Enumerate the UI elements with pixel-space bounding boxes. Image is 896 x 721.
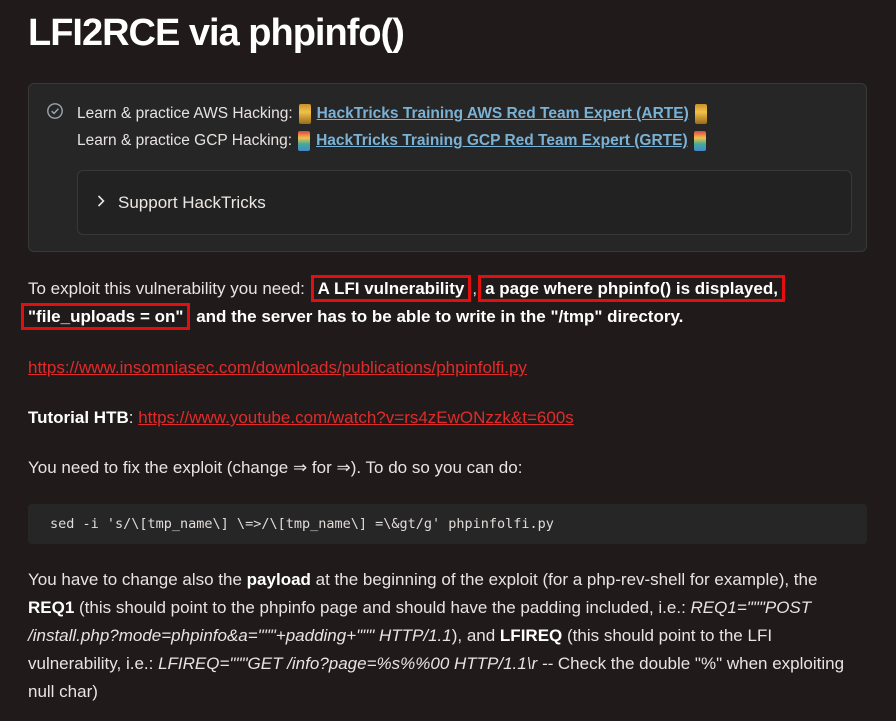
- payload-text-3: (this should point to the phpinfo page a…: [74, 598, 691, 617]
- support-hacktricks-label: Support HackTricks: [118, 193, 266, 212]
- check-circle-icon: [47, 103, 63, 119]
- hint-aws-prefix: Learn & practice AWS Hacking:: [77, 105, 293, 122]
- code-block[interactable]: sed -i 's/\[tmp_name\] \=>/\[tmp_name\] …: [28, 504, 867, 544]
- hint-box: Learn & practice AWS Hacking: HackTricks…: [28, 83, 867, 252]
- phpinfolfi-link[interactable]: https://www.insomniasec.com/downloads/pu…: [28, 358, 527, 377]
- payload-text-1: You have to change also the: [28, 570, 247, 589]
- hint-gcp-line: Learn & practice GCP Hacking: HackTricks…: [77, 131, 706, 151]
- lfireq-example: LFIREQ="""GET /info?page=%s%%00 HTTP/1.1…: [158, 654, 554, 673]
- arte-badge-icon: [694, 104, 707, 124]
- grte-link[interactable]: HackTricks Training GCP Red Team Expert …: [316, 132, 688, 150]
- req-sep: ,: [472, 279, 478, 298]
- req1-bold: REQ1: [28, 598, 75, 617]
- requirements-paragraph: To exploit this vulnerability you need: …: [21, 275, 868, 331]
- arte-link[interactable]: HackTricks Training AWS Red Team Expert …: [317, 105, 689, 123]
- tutorial-paragraph: Tutorial HTB: https://www.youtube.com/wa…: [28, 404, 868, 432]
- req-lfi-highlight: A LFI vulnerability: [310, 275, 472, 302]
- arte-badge-icon: [298, 104, 311, 124]
- tutorial-link[interactable]: https://www.youtube.com/watch?v=rs4zEwON…: [138, 408, 574, 427]
- requirements-prefix: To exploit this vulnerability you need:: [28, 279, 305, 298]
- payload-text-4: ), and: [451, 626, 500, 645]
- exploit-link-paragraph: https://www.insomniasec.com/downloads/pu…: [28, 354, 868, 382]
- payload-bold: payload: [246, 570, 311, 589]
- support-hacktricks-details[interactable]: Support HackTricks: [77, 170, 852, 235]
- chevron-right-icon: [97, 195, 105, 207]
- tutorial-label: Tutorial HTB: [28, 408, 129, 427]
- req-file-uploads-highlight: "file_uploads = on": [21, 303, 191, 330]
- grte-badge-icon: [693, 131, 706, 151]
- requirements-suffix: and the server has to be able to write i…: [196, 307, 684, 326]
- tutorial-colon: :: [128, 408, 134, 427]
- grte-badge-icon: [298, 131, 311, 151]
- req-phpinfo-highlight: a page where phpinfo() is displayed,: [478, 275, 785, 302]
- fix-exploit-paragraph: You need to fix the exploit (change ⇒ fo…: [28, 458, 523, 477]
- hint-aws-line: Learn & practice AWS Hacking: HackTricks…: [77, 104, 707, 124]
- hint-gcp-prefix: Learn & practice GCP Hacking:: [77, 132, 293, 149]
- lfireq-bold: LFIREQ: [499, 626, 563, 645]
- payload-text-2: at the beginning of the exploit (for a p…: [310, 570, 818, 589]
- page-title: LFI2RCE via phpinfo(): [28, 12, 405, 54]
- payload-paragraph: You have to change also the payload at t…: [28, 566, 868, 706]
